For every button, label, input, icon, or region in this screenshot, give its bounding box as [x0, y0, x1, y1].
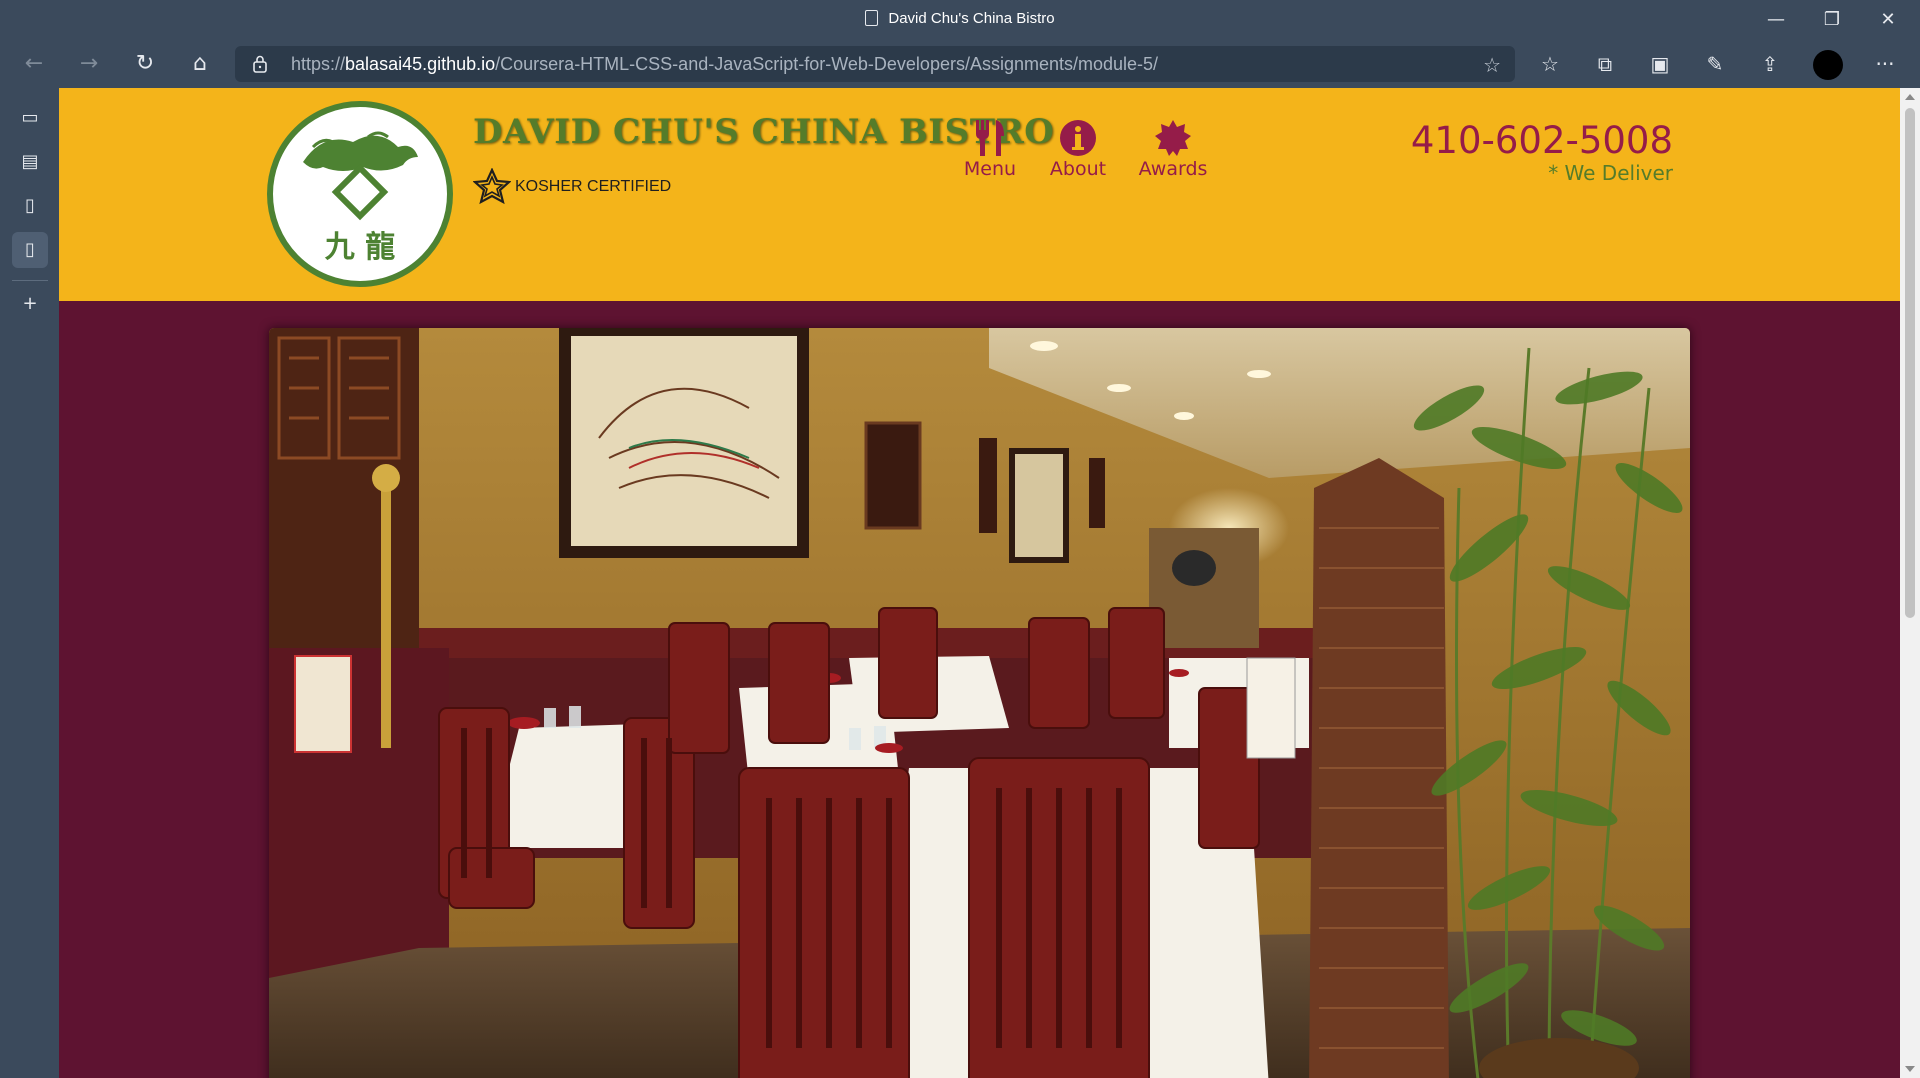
profile-avatar[interactable]: [1813, 50, 1843, 80]
home-button[interactable]: ⌂: [182, 48, 218, 80]
certificate-icon: [1155, 120, 1191, 156]
nav-menu[interactable]: Menu: [959, 118, 1021, 180]
math-solver-icon[interactable]: ▣: [1645, 50, 1675, 78]
close-button[interactable]: ✕: [1860, 0, 1916, 40]
back-button[interactable]: ←: [16, 48, 52, 80]
tab-actions-icon[interactable]: ▭: [12, 100, 48, 136]
address-bar[interactable]: https://balasai45.github.io/Coursera-HTM…: [235, 46, 1515, 82]
phone-number[interactable]: 410-602-5008: [1411, 119, 1673, 162]
favorites-icon[interactable]: ☆: [1535, 50, 1565, 78]
page-viewport: 九 龍 DAVID CHU'S CHINA BISTRO KOSHER CERT…: [59, 88, 1900, 1078]
nav-awards-label: Awards: [1138, 158, 1208, 180]
restore-button[interactable]: ❐: [1804, 0, 1860, 40]
sidebar-divider: [12, 280, 48, 281]
page-icon-active[interactable]: ▯: [12, 232, 48, 268]
new-tab-button[interactable]: +: [12, 286, 48, 322]
page-icon[interactable]: ▯: [12, 188, 48, 224]
browser-toolbar: ← → ↻ ⌂ https://balasai45.github.io/Cour…: [0, 40, 1920, 88]
nav-awards[interactable]: Awards: [1135, 118, 1211, 180]
web-capture-icon[interactable]: ✎: [1700, 50, 1730, 78]
minimize-button[interactable]: —: [1748, 0, 1804, 40]
delivery-note: * We Deliver: [1548, 161, 1673, 185]
restaurant-logo[interactable]: 九 龍: [267, 101, 453, 287]
forward-button[interactable]: →: [71, 48, 107, 80]
site-header: 九 龍 DAVID CHU'S CHINA BISTRO KOSHER CERT…: [59, 88, 1900, 301]
collections-icon[interactable]: ⧉: [1590, 50, 1620, 78]
window-title-text: David Chu's China Bistro: [888, 10, 1055, 27]
info-icon: [1060, 120, 1096, 156]
scroll-down-arrow[interactable]: [1905, 1066, 1915, 1072]
logo-characters: 九 龍: [325, 230, 395, 265]
vertical-tabs-sidebar: ▭ ▤ ▯ ▯ +: [0, 88, 59, 1078]
window-titlebar: David Chu's China Bistro — ❐ ✕: [0, 0, 1920, 40]
url-host: balasai45.github.io: [345, 54, 496, 74]
star-of-david-icon: [473, 168, 511, 205]
url-path: /Coursera-HTML-CSS-and-JavaScript-for-We…: [495, 54, 1159, 74]
more-icon[interactable]: ···: [1870, 50, 1900, 78]
utensils-icon: [976, 120, 1004, 156]
vertical-scrollbar[interactable]: [1900, 88, 1920, 1078]
nav-about[interactable]: About: [1047, 118, 1109, 180]
scroll-up-arrow[interactable]: [1905, 94, 1915, 100]
restaurant-interior-image: [269, 328, 1690, 1078]
address-url[interactable]: https://balasai45.github.io/Coursera-HTM…: [291, 54, 1158, 75]
add-favorite-icon[interactable]: ☆: [1483, 53, 1501, 77]
url-scheme: https://: [291, 54, 346, 74]
page-icon: [865, 10, 879, 26]
restaurant-photo-illustration: [269, 328, 1690, 1078]
lock-icon[interactable]: [253, 55, 267, 73]
history-icon[interactable]: ▤: [12, 144, 48, 180]
refresh-button[interactable]: ↻: [127, 48, 163, 80]
kosher-label: KOSHER CERTIFIED: [515, 178, 672, 195]
nav-about-label: About: [1049, 158, 1107, 180]
window-title: David Chu's China Bistro: [0, 10, 1920, 27]
dragon-logo-icon: 九 龍: [303, 131, 418, 265]
scrollbar-thumb[interactable]: [1905, 108, 1915, 618]
nav-menu-label: Menu: [963, 158, 1017, 180]
share-icon[interactable]: ⇪: [1755, 50, 1785, 78]
